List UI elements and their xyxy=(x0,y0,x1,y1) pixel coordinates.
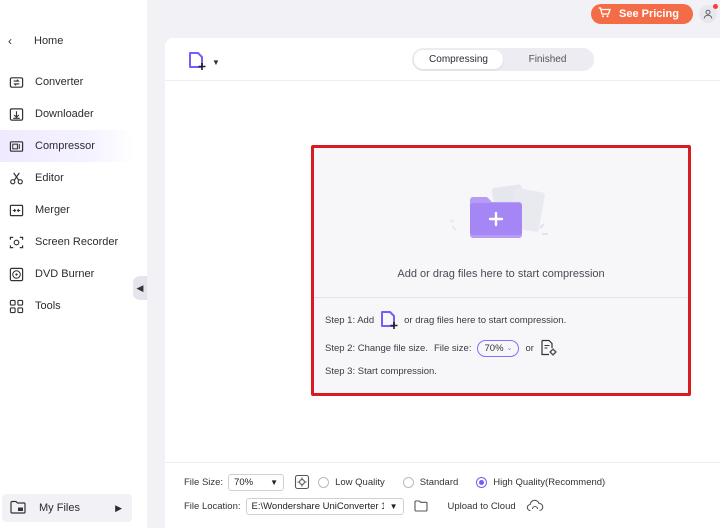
user-icon xyxy=(703,9,713,19)
step1-prefix: Step 1: Add xyxy=(325,314,375,326)
my-files-button[interactable]: My Files ▶ xyxy=(2,494,132,522)
divider xyxy=(314,297,688,298)
sidebar-item-editor[interactable]: Editor xyxy=(0,162,134,194)
add-folder-icon xyxy=(449,184,548,238)
sidebar-item-compressor[interactable]: Compressor xyxy=(0,130,134,162)
divider xyxy=(165,80,720,81)
chevron-left-icon: ◀ xyxy=(136,282,144,293)
notification-dot xyxy=(713,4,718,9)
sidebar-item-label: Editor xyxy=(35,172,64,184)
cart-icon xyxy=(598,7,611,21)
step-3: Step 3: Start compression. xyxy=(325,366,437,377)
home-label: Home xyxy=(34,35,64,47)
file-size-dropdown[interactable]: 70% ▼ xyxy=(228,473,285,491)
my-files-label: My Files xyxy=(39,502,80,514)
screen-recorder-icon xyxy=(8,234,24,250)
chevron-down-icon: ▼ xyxy=(270,477,279,487)
dvd-burner-icon xyxy=(8,266,24,282)
sidebar-item-label: DVD Burner xyxy=(35,268,95,280)
high-quality-radio[interactable] xyxy=(476,476,488,488)
step-1: Step 1: Add or drag files here to start … xyxy=(325,310,566,330)
compressor-icon xyxy=(8,138,24,154)
add-file-button[interactable]: ▼ xyxy=(188,51,220,74)
sidebar-item-dvd-burner[interactable]: DVD Burner xyxy=(0,258,134,290)
file-size-row: File Size: 70% ▼ Low Quality Standard Hi… xyxy=(184,473,605,491)
see-pricing-button[interactable]: See Pricing xyxy=(591,4,693,24)
standard-quality-label: Standard xyxy=(419,476,459,488)
file-location-row: File Location: E:\Wondershare UniConvert… xyxy=(184,497,544,515)
collapse-sidebar-button[interactable]: ◀ xyxy=(133,276,147,300)
sidebar-item-downloader[interactable]: Downloader xyxy=(0,98,134,130)
chevron-down-icon: ▼ xyxy=(389,501,398,511)
tools-icon xyxy=(8,298,24,314)
chevron-down-icon: ⌄ xyxy=(506,345,513,352)
see-pricing-label: See Pricing xyxy=(619,8,679,20)
high-quality-label: High Quality(Recommend) xyxy=(493,476,606,488)
home-link[interactable]: ‹ Home xyxy=(8,33,63,49)
step1-suffix: or drag files here to start compression. xyxy=(404,314,567,326)
tab-compressing[interactable]: Compressing xyxy=(414,50,503,69)
chevron-right-icon: ▶ xyxy=(115,502,122,513)
sidebar-item-label: Screen Recorder xyxy=(35,236,119,248)
chevron-left-icon: ‹ xyxy=(8,34,12,48)
sidebar-item-tools[interactable]: Tools xyxy=(0,290,134,322)
settings-icon[interactable] xyxy=(294,474,310,490)
sidebar-item-label: Tools xyxy=(35,300,61,312)
standard-quality-radio[interactable] xyxy=(402,476,414,488)
sidebar-item-label: Downloader xyxy=(35,108,94,120)
folder-icon xyxy=(10,500,26,517)
drop-zone: Add or drag files here to start compress… xyxy=(311,145,691,396)
sidebar-item-label: Merger xyxy=(35,204,70,216)
add-file-icon xyxy=(188,51,208,74)
folder-icon[interactable] xyxy=(413,500,428,512)
file-size-dropdown-value: 70% xyxy=(234,476,254,488)
file-location-value: E:\Wondershare UniConverter 1 xyxy=(251,500,384,512)
sidebar-item-label: Converter xyxy=(35,76,84,88)
file-location-dropdown[interactable]: E:\Wondershare UniConverter 1 ▼ xyxy=(245,497,404,515)
file-settings-icon[interactable] xyxy=(540,339,558,357)
converter-icon xyxy=(8,74,24,90)
sidebar-item-converter[interactable]: Converter xyxy=(0,66,134,98)
tab-finished[interactable]: Finished xyxy=(503,50,592,69)
file-size-label: File Size: xyxy=(184,476,224,488)
sidebar-nav: Converter Downloader Compressor Editor M… xyxy=(0,66,134,322)
step2-or: or xyxy=(525,342,534,354)
step2-filesize-label: File size: xyxy=(433,342,472,354)
low-quality-radio[interactable] xyxy=(318,476,330,488)
drop-prompt: Add or drag files here to start compress… xyxy=(397,268,605,280)
sidebar: ‹ Home Converter Downloader Compressor E… xyxy=(0,0,147,528)
merger-icon xyxy=(8,202,24,218)
add-file-icon[interactable] xyxy=(380,310,400,330)
cloud-icon[interactable] xyxy=(526,499,544,513)
avatar[interactable] xyxy=(699,4,718,23)
sidebar-item-screen-recorder[interactable]: Screen Recorder xyxy=(0,226,134,258)
chevron-down-icon: ▼ xyxy=(212,58,220,67)
file-size-select[interactable]: 70% ⌄ xyxy=(477,339,520,357)
file-size-value: 70% xyxy=(484,342,504,354)
drop-area[interactable]: Add or drag files here to start compress… xyxy=(314,148,688,298)
step2-prefix: Step 2: Change file size. xyxy=(325,342,428,354)
downloader-icon xyxy=(8,106,24,122)
sidebar-item-merger[interactable]: Merger xyxy=(0,194,134,226)
step-2: Step 2: Change file size. File size: 70%… xyxy=(325,339,558,357)
editor-icon xyxy=(8,170,24,186)
sidebar-item-label: Compressor xyxy=(35,140,95,152)
low-quality-label: Low Quality xyxy=(335,476,385,488)
main-panel: ▼ Compressing Finished Add or drag files… xyxy=(165,38,720,528)
upload-to-cloud-label[interactable]: Upload to Cloud xyxy=(448,501,516,512)
divider xyxy=(165,462,720,463)
status-tabs: Compressing Finished xyxy=(412,48,594,71)
file-location-label: File Location: xyxy=(184,500,241,512)
